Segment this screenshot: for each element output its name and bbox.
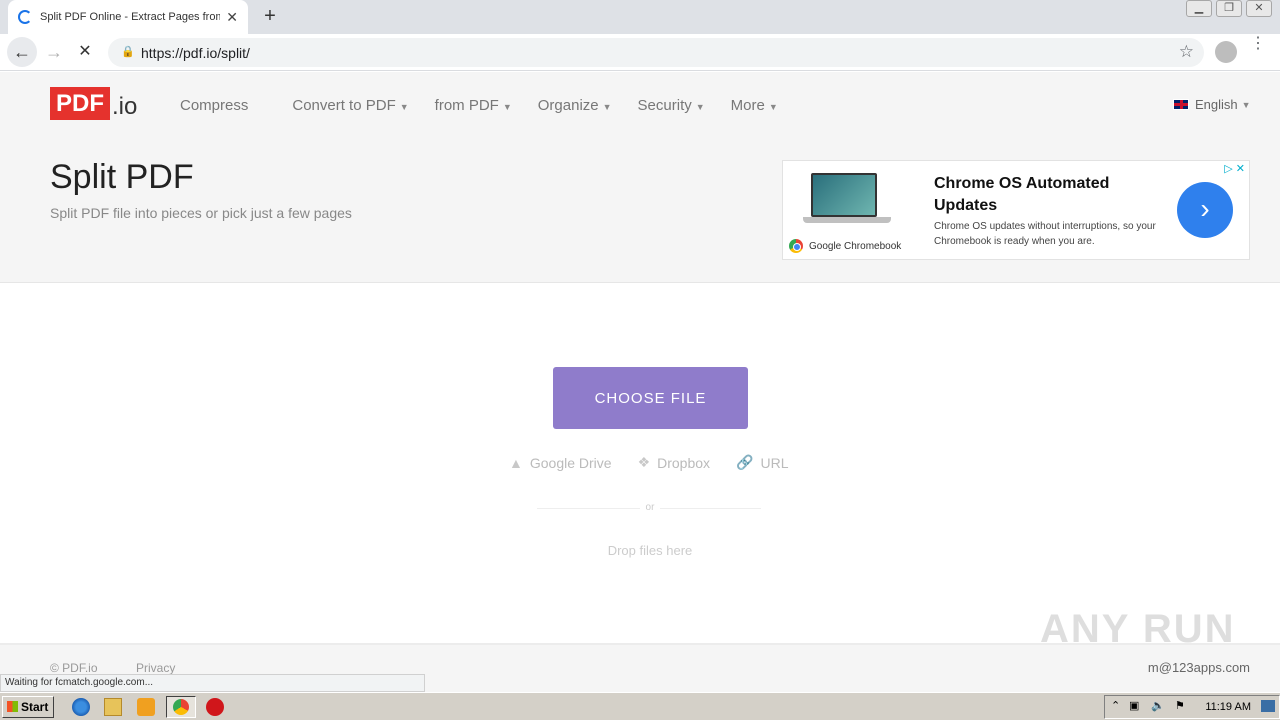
or-label: or [640,502,660,513]
language-selector[interactable]: English ▼ [1173,97,1251,112]
ad-choices-icon[interactable]: ▷ ✕ [1224,162,1245,175]
caret-down-icon: ▼ [399,102,409,112]
tray-expand-icon[interactable]: ⌃ [1111,699,1120,712]
chrome-menu-icon[interactable]: ⋮ [1250,36,1266,52]
uk-flag-icon [1173,99,1189,110]
media-player-icon[interactable] [137,698,155,716]
caret-down-icon: ▼ [502,102,512,112]
ad-arrow-button[interactable]: › [1177,182,1233,238]
contact-email[interactable]: m@123apps.com [1148,660,1250,675]
url-link[interactable]: 🔗 URL [736,454,788,471]
nav-organize[interactable]: Organize ▼ [538,97,612,114]
page-subtitle: Split PDF file into pieces or pick just … [50,205,352,221]
choose-file-button[interactable]: CHOOSE FILE [553,367,748,429]
page-title: Split PDF [50,158,194,196]
chrome-icon [173,699,189,715]
new-tab-button[interactable]: + [258,5,282,28]
flag-icon[interactable]: ⚑ [1175,699,1185,712]
browser-toolbar: ← → ✕ 🔒 https://pdf.io/split/ ☆ ⋮ [0,34,1280,71]
nav-compress[interactable]: Compress [180,97,248,114]
bookmark-star-icon[interactable]: ☆ [1179,42,1194,62]
laptop-image [803,173,891,229]
volume-icon[interactable]: 🔈 [1151,699,1165,712]
nav-security[interactable]: Security ▼ [638,97,705,114]
browser-tab[interactable]: Split PDF Online - Extract Pages from ✕ [8,0,248,34]
start-button[interactable]: Start [2,696,54,718]
window-controls: ▁ ❐ ✕ [1186,0,1272,17]
forward-button[interactable]: → [39,37,69,67]
show-desktop-icon[interactable] [1261,700,1275,712]
network-icon[interactable]: ▣ [1129,699,1139,712]
caret-down-icon: ▼ [768,102,778,112]
logo-io: .io [112,93,138,120]
lock-icon: 🔒 [121,46,135,58]
link-icon: 🔗 [736,454,754,470]
back-button[interactable]: ← [7,37,37,67]
maximize-button[interactable]: ❐ [1216,0,1242,17]
stop-button[interactable]: ✕ [70,37,100,67]
ad-description: Chrome OS updates without interruptions,… [934,221,1156,247]
tab-close-icon[interactable]: ✕ [226,9,238,26]
anyrun-watermark: ANY RUN [1040,607,1236,651]
close-window-button[interactable]: ✕ [1246,0,1272,17]
chrome-logo-icon [789,239,803,253]
caret-down-icon: ▼ [695,102,705,112]
dropbox-link[interactable]: ❖ Dropbox [638,454,710,471]
site-header: PDF .io Compress Convert to PDF ▼ from PD… [0,72,1280,283]
footer-copyright: © PDF.io [50,661,98,675]
system-tray: ⌃ ▣ 🔈 ⚑ 11:19 AM [1104,695,1280,719]
ie-icon[interactable] [72,698,90,716]
opera-icon[interactable] [206,698,224,716]
ad-brand: Google Chromebook [789,239,901,253]
profile-avatar-icon[interactable] [1215,41,1237,63]
windows-logo-icon [7,701,18,712]
folder-icon[interactable] [104,698,122,716]
logo-pdf: PDF [50,87,110,120]
ad-headline[interactable]: Chrome OS Automated Updates [934,173,1154,217]
chrome-taskbar-button[interactable] [166,696,196,718]
main-nav: Compress Convert to PDF ▼ from PDF ▼ Organ… [160,97,804,114]
upload-sources: ▲ Google Drive ❖ Dropbox 🔗 URL [509,454,815,471]
nav-more[interactable]: More ▼ [731,97,778,114]
taskbar: Start ⌃ ▣ 🔈 ⚑ 11:19 AM [0,692,1280,720]
clock[interactable]: 11:19 AM [1205,701,1251,713]
tab-strip: Split PDF Online - Extract Pages from ✕ … [0,0,1280,34]
page-content: PDF .io Compress Convert to PDF ▼ from PD… [0,72,1280,692]
nav-from-pdf[interactable]: from PDF ▼ [435,97,512,114]
privacy-link[interactable]: Privacy [136,661,175,675]
google-drive-icon: ▲ [509,454,523,471]
status-bar: Waiting for fcmatch.google.com... [0,674,425,692]
advertisement[interactable]: Google Chromebook Chrome OS Automated Up… [782,160,1250,260]
caret-down-icon: ▼ [602,102,612,112]
url-text[interactable]: https://pdf.io/split/ [141,45,250,61]
dropbox-icon: ❖ [637,454,651,470]
site-logo[interactable]: PDF .io [50,87,137,120]
drop-zone-text: Drop files here [607,543,693,558]
address-bar[interactable]: 🔒 https://pdf.io/split/ ☆ [108,38,1204,67]
loading-spinner-icon [18,10,32,24]
minimize-button[interactable]: ▁ [1186,0,1212,17]
caret-down-icon: ▼ [1241,99,1251,110]
nav-convert-to-pdf[interactable]: Convert to PDF ▼ [292,97,408,114]
tab-title: Split PDF Online - Extract Pages from [40,11,220,23]
google-drive-link[interactable]: ▲ Google Drive [509,454,612,471]
language-label: English [1195,97,1238,112]
